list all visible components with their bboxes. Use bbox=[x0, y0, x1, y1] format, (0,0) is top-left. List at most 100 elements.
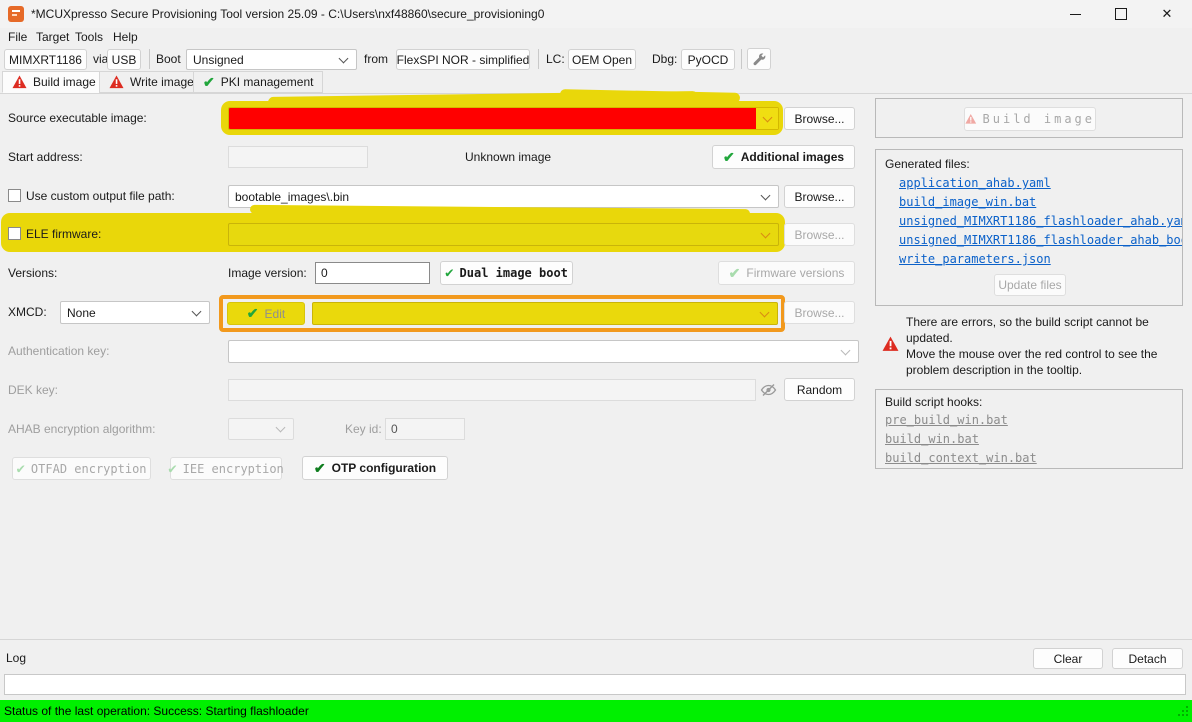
boot-mode-value: Unsigned bbox=[187, 53, 340, 67]
hook-link[interactable]: build_context_win.bat bbox=[885, 451, 1037, 465]
tab-write-image[interactable]: Write image bbox=[99, 71, 204, 93]
window-title: *MCUXpresso Secure Provisioning Tool ver… bbox=[31, 0, 544, 28]
boot-label: Boot bbox=[156, 48, 181, 70]
menu-target[interactable]: Target bbox=[34, 28, 71, 47]
maximize-button[interactable] bbox=[1098, 0, 1144, 28]
resize-grip[interactable] bbox=[1186, 706, 1188, 708]
generated-file-link[interactable]: unsigned_MIMXRT1186_flashloader_ahab_boo… bbox=[899, 233, 1183, 247]
ahab-algorithm-label: AHAB encryption algorithm: bbox=[8, 418, 155, 440]
tab-pki-management[interactable]: ✔ PKI management bbox=[193, 71, 323, 93]
connection-button[interactable]: USB bbox=[107, 49, 141, 70]
start-address-label: Start address: bbox=[8, 146, 83, 168]
chevron-down-icon bbox=[192, 306, 202, 316]
from-label: from bbox=[364, 48, 388, 70]
ele-firmware-checkbox[interactable] bbox=[8, 227, 21, 240]
ele-firmware-combo[interactable] bbox=[228, 223, 779, 246]
additional-images-button[interactable]: ✔ Additional images bbox=[712, 145, 855, 169]
hook-link[interactable]: build_win.bat bbox=[885, 432, 979, 446]
update-files-button: Update files bbox=[994, 274, 1066, 296]
minimize-button[interactable] bbox=[1052, 0, 1098, 28]
error-message-block: There are errors, so the build script ca… bbox=[875, 314, 1183, 386]
image-version-field[interactable]: 0 bbox=[315, 262, 430, 284]
detach-log-button[interactable]: Detach bbox=[1112, 648, 1183, 669]
settings-button[interactable] bbox=[747, 48, 771, 70]
menu-file[interactable]: File bbox=[6, 28, 29, 47]
tab-build-image[interactable]: Build image bbox=[2, 71, 106, 93]
check-icon: ✔ bbox=[314, 460, 326, 477]
dek-random-button[interactable]: Random bbox=[784, 378, 855, 401]
life-cycle-button[interactable]: OEM Open bbox=[568, 49, 636, 70]
chevron-down-icon bbox=[762, 112, 772, 122]
generated-file-link[interactable]: write_parameters.json bbox=[899, 252, 1051, 266]
versions-label: Versions: bbox=[8, 262, 57, 284]
dek-key-label: DEK key: bbox=[8, 379, 58, 401]
build-script-hooks-group: Build script hooks: pre_build_win.bat bu… bbox=[875, 389, 1183, 469]
status-text: Status of the last operation: Success: S… bbox=[4, 700, 309, 722]
xmcd-path-combo[interactable] bbox=[312, 302, 778, 325]
error-icon bbox=[109, 75, 124, 89]
custom-output-checkbox[interactable] bbox=[8, 189, 21, 202]
chevron-down-icon bbox=[339, 53, 349, 63]
key-id-field: 0 bbox=[385, 418, 465, 440]
iee-encryption-button: ✔ IEE encryption bbox=[170, 457, 282, 480]
error-icon bbox=[12, 75, 27, 89]
clear-log-button[interactable]: Clear bbox=[1033, 648, 1103, 669]
close-button[interactable]: ✕ bbox=[1144, 0, 1190, 28]
toolbar-separator bbox=[149, 49, 150, 69]
app-icon bbox=[8, 6, 24, 22]
xmcd-value: None bbox=[61, 306, 193, 320]
xmcd-edit-button[interactable]: ✔ Edit bbox=[227, 302, 305, 325]
boot-mode-select[interactable]: Unsigned bbox=[186, 49, 357, 70]
key-id-label: Key id: bbox=[345, 418, 382, 440]
otfad-encryption-button: ✔ OTFAD encryption bbox=[12, 457, 151, 480]
toolbar: MIMXRT1186 via USB Boot Unsigned from Fl… bbox=[0, 47, 1192, 72]
menu-help[interactable]: Help bbox=[111, 28, 140, 47]
show-password-icon[interactable] bbox=[760, 382, 777, 401]
processor-button[interactable]: MIMXRT1186 bbox=[4, 49, 87, 70]
check-icon: ✔ bbox=[729, 265, 741, 282]
hook-link[interactable]: pre_build_win.bat bbox=[885, 413, 1008, 427]
generated-files-group: Generated files: application_ahab.yaml b… bbox=[875, 149, 1183, 306]
tab-label: Write image bbox=[130, 75, 194, 89]
wrench-icon bbox=[752, 52, 766, 66]
image-version-label: Image version: bbox=[228, 262, 307, 284]
ele-firmware-browse-button: Browse... bbox=[784, 223, 855, 246]
authentication-key-label: Authentication key: bbox=[8, 340, 109, 362]
status-bar: Status of the last operation: Success: S… bbox=[0, 700, 1192, 722]
generated-files-title: Generated files: bbox=[885, 153, 970, 175]
authentication-key-combo[interactable] bbox=[228, 340, 859, 363]
custom-output-label: Use custom output file path: bbox=[26, 185, 175, 207]
build-image-button[interactable]: Build image bbox=[964, 107, 1096, 131]
debug-probe-button[interactable]: PyOCD bbox=[681, 49, 735, 70]
source-image-combo[interactable] bbox=[228, 107, 779, 130]
xmcd-browse-button: Browse... bbox=[784, 301, 855, 324]
source-image-browse-button[interactable]: Browse... bbox=[784, 107, 855, 130]
log-output[interactable] bbox=[4, 674, 1186, 695]
boot-device-button[interactable]: FlexSPI NOR - simplified bbox=[396, 49, 530, 70]
log-title: Log bbox=[6, 647, 26, 669]
custom-output-browse-button[interactable]: Browse... bbox=[784, 185, 855, 208]
check-icon: ✔ bbox=[16, 461, 24, 477]
generated-file-link[interactable]: build_image_win.bat bbox=[899, 195, 1036, 209]
dual-image-boot-button[interactable]: ✔ Dual image boot bbox=[440, 261, 573, 285]
xmcd-select[interactable]: None bbox=[60, 301, 210, 324]
generated-file-link[interactable]: unsigned_MIMXRT1186_flashloader_ahab.yam… bbox=[899, 214, 1183, 228]
minimize-icon bbox=[1070, 14, 1081, 15]
title-bar: *MCUXpresso Secure Provisioning Tool ver… bbox=[0, 0, 1192, 28]
source-image-label: Source executable image: bbox=[8, 107, 147, 129]
ele-firmware-label: ELE firmware: bbox=[26, 223, 101, 245]
menu-tools[interactable]: Tools bbox=[73, 28, 105, 47]
ahab-algorithm-select bbox=[228, 418, 294, 440]
check-icon: ✔ bbox=[168, 461, 176, 477]
check-icon: ✔ bbox=[247, 305, 259, 322]
firmware-versions-button: ✔ Firmware versions bbox=[718, 261, 855, 285]
build-image-panel: Source executable image: Browse... Start… bbox=[0, 93, 1192, 640]
dbg-label: Dbg: bbox=[652, 48, 677, 70]
image-info-text: Unknown image bbox=[465, 146, 551, 168]
generated-file-link[interactable]: application_ahab.yaml bbox=[899, 176, 1051, 190]
chevron-down-icon bbox=[760, 307, 770, 317]
check-icon: ✔ bbox=[203, 74, 215, 91]
xmcd-label: XMCD: bbox=[8, 301, 47, 323]
otp-configuration-button[interactable]: ✔ OTP configuration bbox=[302, 456, 448, 480]
tab-label: PKI management bbox=[221, 75, 314, 89]
